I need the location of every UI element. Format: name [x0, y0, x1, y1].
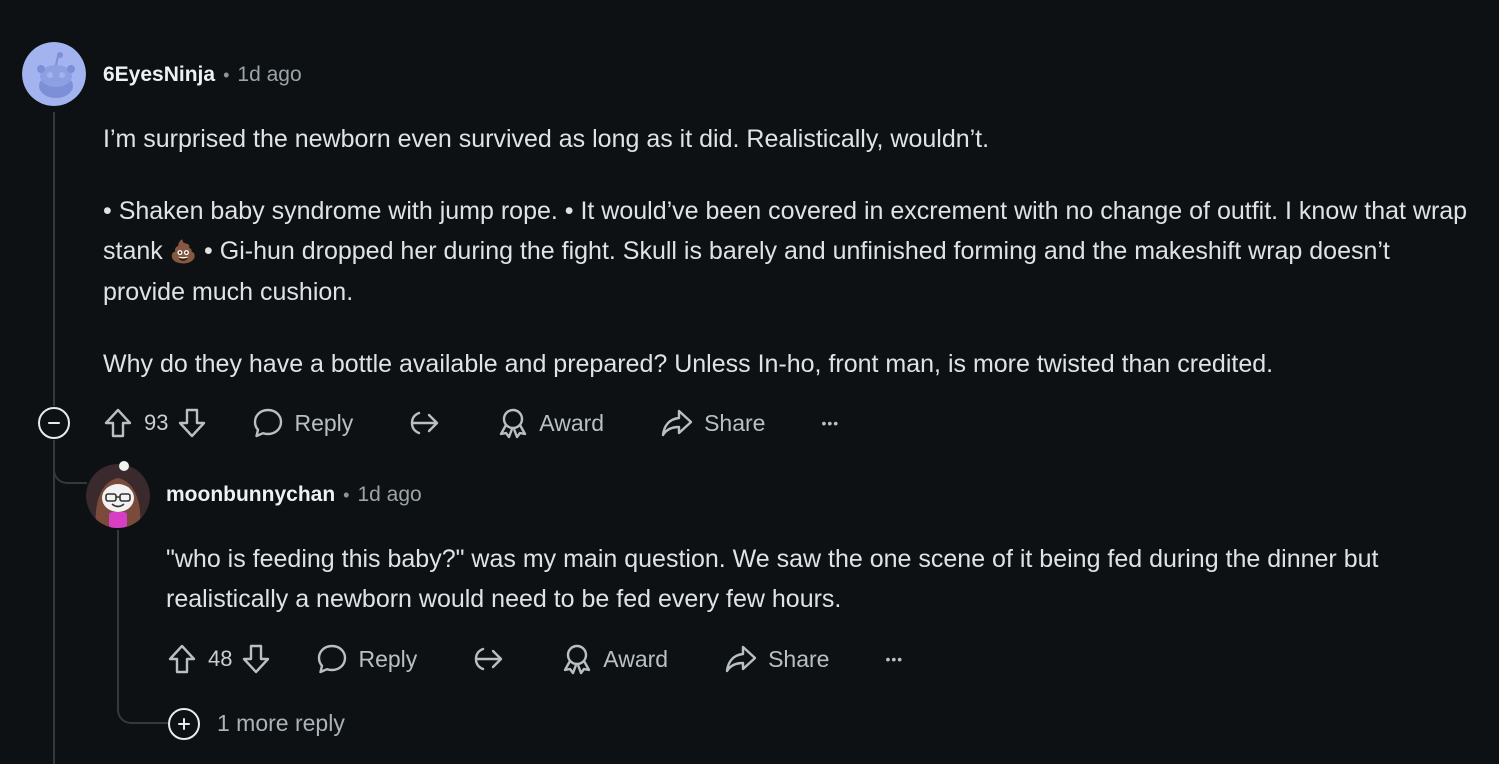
- snoo-avatar-icon: [22, 42, 86, 106]
- speech-bubble-icon: [318, 644, 347, 674]
- minus-circle-icon: [48, 422, 60, 424]
- comment-paragraph: • Shaken baby syndrome with jump rope. •…: [103, 191, 1478, 312]
- downvote-arrow-icon: [179, 408, 206, 438]
- author-link[interactable]: 6EyesNinja: [103, 63, 215, 87]
- award-ribbon-icon: [564, 644, 591, 675]
- award-label: Award: [539, 409, 605, 436]
- reply-button[interactable]: Reply: [316, 643, 417, 675]
- plus-circle-icon: [178, 718, 190, 730]
- upvote-button[interactable]: [166, 643, 198, 675]
- share-arrow-icon: [725, 645, 757, 673]
- crosspost-icon: [475, 647, 503, 671]
- poop-emoji: 💩: [169, 239, 198, 264]
- award-ribbon-icon: [500, 408, 527, 439]
- more-replies-link[interactable]: 1 more reply: [217, 710, 345, 737]
- timestamp[interactable]: 1d ago: [237, 63, 301, 87]
- crosspost-button[interactable]: [473, 643, 507, 675]
- timestamp[interactable]: 1d ago: [357, 483, 421, 507]
- upvote-arrow-icon: [168, 644, 196, 674]
- downvote-button[interactable]: [176, 407, 208, 439]
- comment-text: • Gi-hun dropped her during the fight. S…: [103, 237, 1390, 306]
- award-button[interactable]: Award: [561, 643, 668, 675]
- comment-paragraph: Why do they have a bottle available and …: [103, 350, 1274, 378]
- more-replies-connector: [117, 680, 169, 724]
- thread-line-1-lower[interactable]: [53, 440, 55, 764]
- expand-replies-button[interactable]: [168, 708, 200, 740]
- author-link[interactable]: moonbunnychan: [166, 483, 335, 507]
- comment-paragraph: "who is feeding this baby?" was my main …: [166, 545, 1379, 613]
- reply-label: Reply: [294, 409, 354, 436]
- downvote-button[interactable]: [240, 643, 272, 675]
- ellipsis-icon: •••: [885, 651, 904, 667]
- snoo-bunny-avatar-icon: [86, 461, 150, 528]
- comment-actions: 48 Reply Award Share •••: [166, 637, 903, 681]
- separator-dot: •: [223, 64, 230, 85]
- share-button[interactable]: Share: [660, 407, 765, 439]
- separator-dot: •: [343, 484, 350, 505]
- vote-score: 48: [208, 646, 233, 671]
- comment-header: 6EyesNinja • 1d ago: [103, 63, 302, 87]
- award-label: Award: [603, 645, 669, 672]
- reply-button[interactable]: Reply: [252, 407, 353, 439]
- comment-thread: 6EyesNinja • 1d ago I’m surprised the ne…: [0, 0, 1499, 764]
- share-button[interactable]: Share: [724, 643, 829, 675]
- speech-bubble-icon: [254, 408, 283, 438]
- downvote-arrow-icon: [243, 644, 270, 674]
- thread-line-1[interactable]: [53, 112, 55, 406]
- thread-line-2[interactable]: [117, 530, 119, 690]
- share-label: Share: [768, 645, 830, 672]
- upvote-button[interactable]: [102, 407, 134, 439]
- reply-connector: [53, 440, 87, 484]
- comment-paragraph: I’m surprised the newborn even survived …: [103, 125, 990, 153]
- ellipsis-icon: •••: [821, 415, 840, 431]
- comment-header: moonbunnychan • 1d ago: [166, 483, 422, 507]
- more-options-button[interactable]: •••: [821, 415, 839, 431]
- upvote-arrow-icon: [104, 408, 132, 438]
- crosspost-icon: [411, 411, 439, 435]
- vote-score: 93: [144, 410, 169, 435]
- award-button[interactable]: Award: [497, 407, 604, 439]
- reply-label: Reply: [358, 645, 418, 672]
- comment-body: I’m surprised the newborn even survived …: [103, 119, 1478, 384]
- crosspost-button[interactable]: [409, 407, 443, 439]
- comment-body: "who is feeding this baby?" was my main …: [166, 539, 1426, 619]
- share-label: Share: [704, 409, 766, 436]
- avatar[interactable]: [86, 461, 150, 528]
- avatar[interactable]: [22, 42, 86, 106]
- collapse-button[interactable]: [38, 407, 70, 439]
- comment-actions: 93 Reply Award Share •••: [102, 401, 839, 445]
- more-options-button[interactable]: •••: [885, 651, 903, 667]
- share-arrow-icon: [661, 409, 693, 437]
